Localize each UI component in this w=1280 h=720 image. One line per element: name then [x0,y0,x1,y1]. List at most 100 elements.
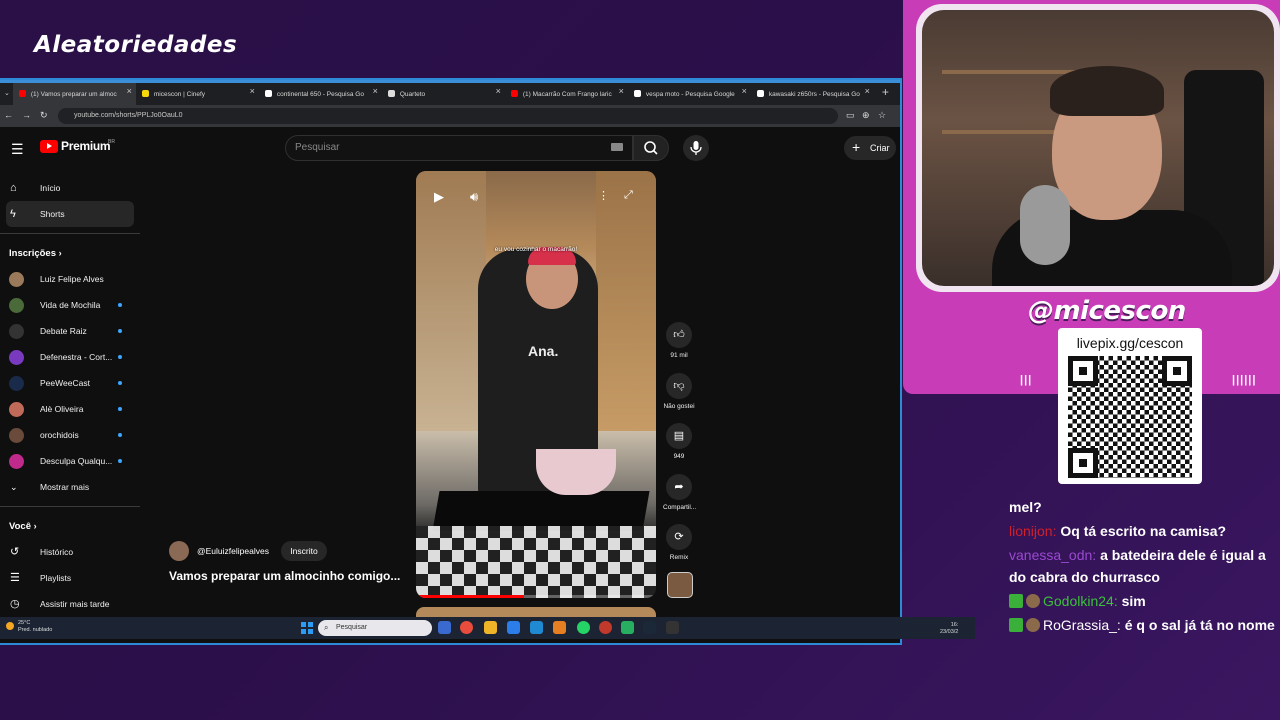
taskview-icon[interactable] [438,621,451,634]
close-tab-icon[interactable]: × [373,86,378,96]
windows-start-icon[interactable] [301,622,313,634]
weather-widget[interactable]: 25°C Pred. nublado [6,620,52,634]
close-tab-icon[interactable]: × [127,86,132,96]
qr-eye [1162,356,1192,386]
checkmark-badge-icon [1009,618,1023,632]
create-button[interactable]: + Criar [844,136,896,160]
search-icon: ⌕ [324,623,329,632]
search-input[interactable]: Pesquisar [285,135,633,161]
video-pot [536,449,616,495]
close-tab-icon[interactable]: × [250,86,255,96]
channel-handle[interactable]: @Euluizfelipealves [197,546,269,556]
more-vert-icon[interactable]: ⋮ [598,189,609,202]
epic-games-icon[interactable] [666,621,679,634]
browser-tab[interactable]: continental 650 - Pesquisa Go × [259,83,382,105]
tab-search-icon[interactable]: ⌄ [0,83,13,105]
browser-tab[interactable]: Quarteto × [382,83,505,105]
subscribed-button[interactable]: Inscrito [281,541,327,561]
tab-favicon-icon [18,90,26,97]
windows-taskbar: 25°C Pred. nublado ⌕ Pesquisar 16: 23/03… [0,617,975,639]
url-field[interactable]: youtube.com/shorts/PPLJo0OauL0 [58,108,838,124]
subscriptions-header[interactable]: Inscrições › [0,240,140,266]
sidebar-item-history[interactable]: ↺ Histórico [0,539,140,565]
browser-tab[interactable]: kawasaki z650rs - Pesquisa Go × [751,83,874,105]
remix-button[interactable]: ⟳ Remix [663,524,695,561]
browser-tab[interactable]: (1) Macarrão Com Frango laric × [505,83,628,105]
obs-icon[interactable] [599,621,612,634]
close-tab-icon[interactable]: × [496,86,501,96]
search-button[interactable] [633,135,669,161]
bookmark-star-icon[interactable]: ☆ [878,110,886,121]
mic-icon [690,141,702,155]
chrome-icon[interactable] [460,621,473,634]
close-tab-icon[interactable]: × [742,86,747,96]
sidebar-item-home[interactable]: ⌂ Início [0,175,140,201]
file-explorer-icon[interactable] [484,621,497,634]
keyboard-icon[interactable] [611,143,623,151]
store-icon[interactable] [507,621,520,634]
new-tab-button[interactable]: + [874,83,897,105]
browser-tab[interactable]: micescon | Cinefy × [136,83,259,105]
chat-message: RoGrassia_: é q o sal já tá no nome [1009,614,1277,636]
browser-tab[interactable]: vespa moto - Pesquisa Google × [628,83,751,105]
checkmark-badge-icon [1009,594,1023,608]
back-icon[interactable]: ← [4,110,13,120]
sidebar-item-playlists[interactable]: ☰ Playlists [0,565,140,591]
livepix-url: livepix.gg/cescon [1076,335,1184,351]
subscription-channel[interactable]: PeeWeeCast [0,370,140,396]
dislike-button[interactable]: 👎︎ Não gostei [663,373,695,410]
streamer-handle: @micescon [1028,296,1186,326]
short-video-player[interactable]: Ana. eu vou cozinhar o macarrão! ▶ 🔊︎ ⋮ … [416,171,656,598]
reload-icon[interactable]: ↻ [40,110,48,121]
play-icon[interactable]: ▶ [434,189,444,205]
sound-avatar[interactable] [667,572,693,598]
plus-icon: + [852,139,861,155]
short-title[interactable]: Vamos preparar um almocinho comigo... [169,569,400,583]
spreadsheet-icon[interactable] [621,621,634,634]
chat-text: Oq tá escrito na camisa? [1060,523,1227,539]
subscription-channel[interactable]: Desculpa Qualqu... [0,448,140,474]
close-tab-icon[interactable]: × [619,86,624,96]
steam-icon[interactable] [643,621,656,634]
forward-icon[interactable]: → [22,110,31,120]
like-button[interactable]: 👍︎ 91 mil [663,322,695,359]
whatsapp-icon[interactable] [577,621,590,634]
history-icon: ↺ [10,546,20,558]
subscription-channel[interactable]: Alè Oliveira [0,396,140,422]
install-icon[interactable]: ▭ [846,110,855,121]
sidebar-item-label: Início [40,183,61,193]
new-content-dot [118,433,122,437]
tab-favicon-icon [387,90,395,97]
edge-icon[interactable] [530,621,543,634]
sidebar-item-shorts[interactable]: ϟ Shorts [6,201,134,227]
voice-search-button[interactable] [683,135,709,161]
chevron-right-icon: › [58,248,62,258]
sidebar-item-watch-later[interactable]: ◷ Assistir mais tarde [0,591,140,617]
tab-favicon-icon [633,90,641,97]
volume-icon[interactable]: 🔊︎ [470,189,478,205]
zoom-icon[interactable]: ⊕ [862,110,870,121]
youtube-premium-logo[interactable]: Premium BR [40,139,115,153]
share-button[interactable]: ➦ Compartil... [663,474,696,511]
menu-icon[interactable]: ☰ [11,141,24,158]
taskbar-search[interactable]: ⌕ Pesquisar [318,620,432,636]
comments-button[interactable]: ▤ 949 [663,423,695,460]
vlc-icon[interactable] [553,621,566,634]
video-progress-bar[interactable] [416,595,656,598]
subscription-channel[interactable]: Defenestra - Cort... [0,344,140,370]
taskbar-clock[interactable]: 16: 23/03/2 [940,622,958,636]
dislike-label: Não gostei [663,403,695,410]
subscription-channel[interactable]: Debate Raiz [0,318,140,344]
tab-favicon-icon [510,90,518,97]
close-tab-icon[interactable]: × [865,86,870,96]
subscription-channel[interactable]: Luiz Felipe Alves [0,266,140,292]
subscription-channel[interactable]: Vida de Mochila [0,292,140,318]
show-more-button[interactable]: ⌄ Mostrar mais [0,474,140,500]
browser-tab[interactable]: (1) Vamos preparar um almoc × [12,83,136,105]
sidebar-item-label: Histórico [40,547,74,557]
fullscreen-icon[interactable]: ⤢ [624,189,633,202]
subscription-channel[interactable]: orochidois [0,422,140,448]
channel-avatar[interactable] [169,541,189,561]
you-header[interactable]: Você › [0,513,140,539]
comments-count: 949 [673,453,685,460]
